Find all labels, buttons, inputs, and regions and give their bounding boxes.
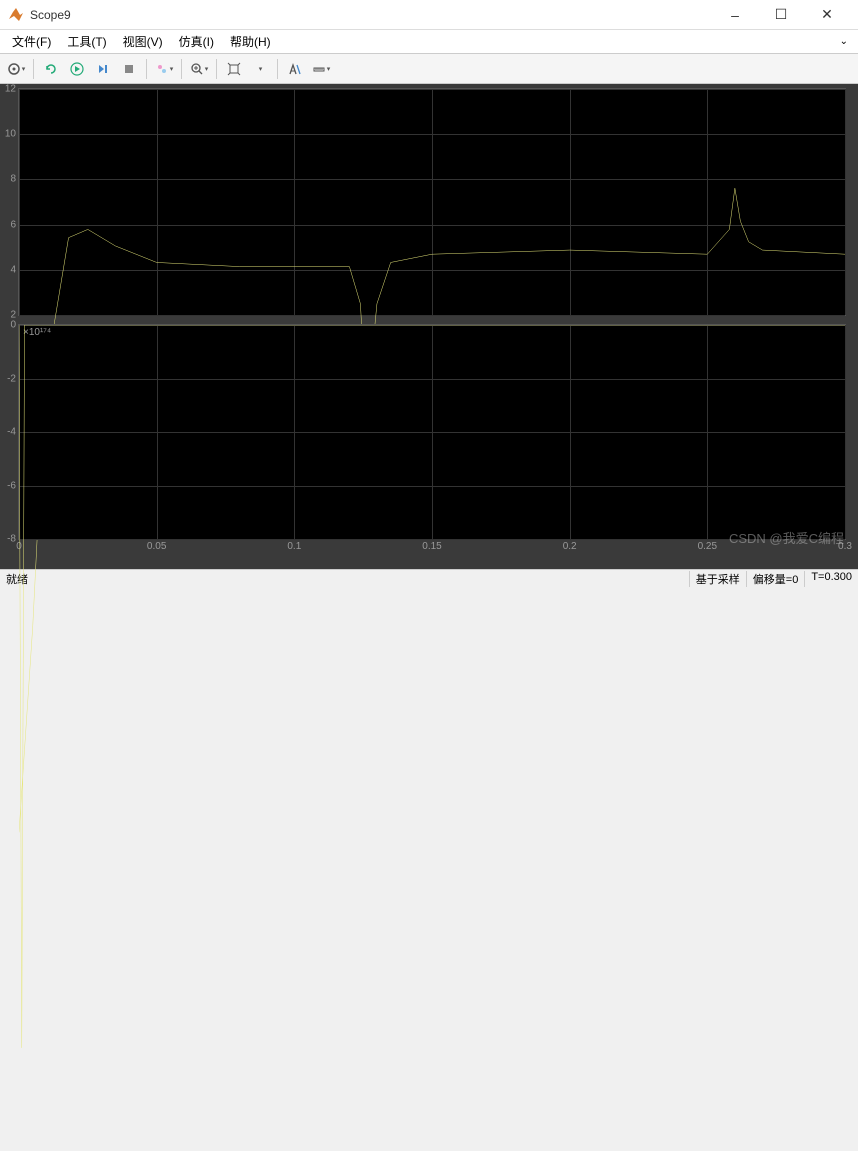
step-forward-button[interactable] — [91, 57, 115, 81]
y-tick-label: -2 — [7, 373, 19, 384]
menu-simulation[interactable]: 仿真(I) — [171, 31, 222, 52]
y-tick-label: -6 — [7, 480, 19, 491]
y-tick-label: 10 — [5, 129, 19, 140]
settings-button[interactable] — [4, 57, 28, 81]
y-tick-label: 4 — [10, 264, 19, 275]
menu-file[interactable]: 文件(F) — [4, 31, 59, 52]
zoom-button[interactable] — [187, 57, 211, 81]
toolbar — [0, 54, 858, 84]
minimize-button[interactable]: – — [712, 0, 758, 30]
matlab-icon — [8, 7, 24, 23]
menu-tools[interactable]: 工具(T) — [59, 31, 114, 52]
y-tick-label: 0 — [10, 320, 19, 331]
plot-area: 24681012 -8-6-4-2000.050.10.150.20.250.3… — [0, 84, 858, 569]
restart-button[interactable] — [39, 57, 63, 81]
run-button[interactable] — [65, 57, 89, 81]
y-tick-label: 12 — [5, 84, 19, 95]
plot-1[interactable]: 24681012 — [18, 88, 846, 316]
autoscale-button[interactable] — [222, 57, 246, 81]
titlebar: Scope9 – ☐ ✕ — [0, 0, 858, 30]
cursor-button[interactable] — [283, 57, 307, 81]
y-tick-label: -4 — [7, 427, 19, 438]
y-tick-label: 8 — [10, 174, 19, 185]
measurements-button[interactable] — [309, 57, 333, 81]
menu-help[interactable]: 帮助(H) — [222, 31, 279, 52]
stop-button[interactable] — [117, 57, 141, 81]
maximize-button[interactable]: ☐ — [758, 0, 804, 30]
plot-2[interactable]: -8-6-4-2000.050.10.150.20.250.3×10¹⁷⁴ — [18, 324, 846, 540]
trace-line — [19, 325, 845, 1151]
menu-overflow-icon[interactable]: ⌄ — [834, 36, 854, 47]
highlight-button[interactable] — [152, 57, 176, 81]
window-title: Scope9 — [30, 8, 712, 22]
menu-view[interactable]: 视图(V) — [115, 31, 171, 52]
menubar: 文件(F) 工具(T) 视图(V) 仿真(I) 帮助(H) ⌄ — [0, 30, 858, 54]
close-button[interactable]: ✕ — [804, 0, 850, 30]
y-tick-label: 6 — [10, 219, 19, 230]
autoscale-options-button[interactable] — [248, 57, 272, 81]
